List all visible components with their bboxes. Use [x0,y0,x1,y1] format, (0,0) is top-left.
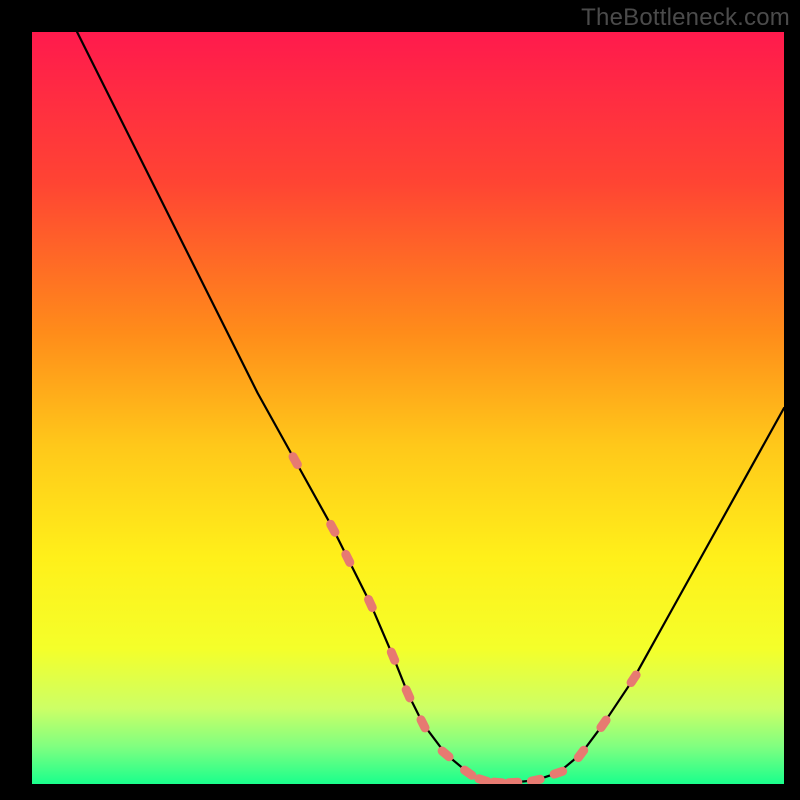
background-gradient [32,32,784,784]
watermark-text: TheBottleneck.com [581,4,790,32]
plot-area [32,32,784,784]
chart-frame: TheBottleneck.com [0,0,800,800]
